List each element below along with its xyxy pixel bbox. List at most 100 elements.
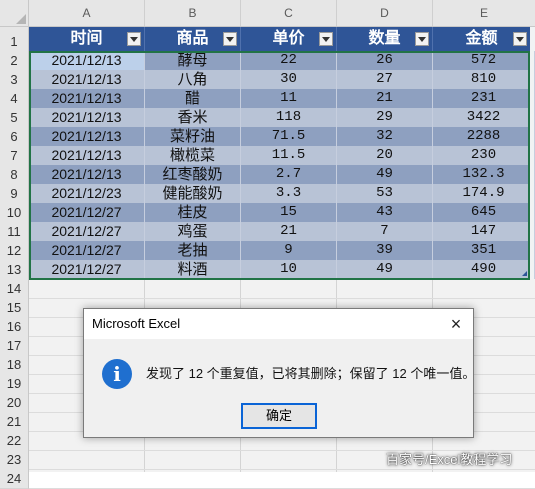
table-cell[interactable]: 21 bbox=[337, 89, 433, 108]
table-cell[interactable]: 2021/12/13 bbox=[29, 165, 145, 184]
table-cell[interactable]: 43 bbox=[337, 203, 433, 222]
column-header-a[interactable]: A bbox=[29, 0, 145, 26]
table-cell[interactable]: 八角 bbox=[145, 70, 241, 89]
table-cell[interactable]: 27 bbox=[337, 70, 433, 89]
table-cell[interactable]: 老抽 bbox=[145, 241, 241, 260]
filter-dropdown-icon[interactable] bbox=[223, 32, 237, 46]
row-number[interactable]: 22 bbox=[0, 431, 29, 451]
filter-dropdown-icon[interactable] bbox=[513, 32, 527, 46]
table-cell[interactable]: 2.7 bbox=[241, 165, 337, 184]
table-cell[interactable]: 菜籽油 bbox=[145, 127, 241, 146]
table-cell[interactable]: 2021/12/13 bbox=[29, 51, 145, 70]
table-cell[interactable]: 22 bbox=[241, 51, 337, 70]
table-cell[interactable]: 3422 bbox=[433, 108, 535, 127]
table-resize-handle-icon[interactable] bbox=[522, 271, 527, 276]
header-cell-amount[interactable]: 金额 bbox=[433, 27, 530, 51]
select-all-corner[interactable] bbox=[0, 0, 29, 26]
row-number[interactable]: 19 bbox=[0, 374, 29, 394]
row-number[interactable]: 5 bbox=[0, 108, 29, 128]
table-cell[interactable]: 230 bbox=[433, 146, 535, 165]
header-cell-product[interactable]: 商品 bbox=[145, 27, 241, 51]
table-cell[interactable]: 香米 bbox=[145, 108, 241, 127]
column-header-b[interactable]: B bbox=[145, 0, 241, 26]
header-cell-time[interactable]: 时间 bbox=[29, 27, 145, 51]
table-cell[interactable]: 2021/12/27 bbox=[29, 260, 145, 279]
table-cell[interactable]: 酵母 bbox=[145, 51, 241, 70]
row-number[interactable]: 17 bbox=[0, 336, 29, 356]
row-number[interactable]: 13 bbox=[0, 260, 29, 280]
filter-dropdown-icon[interactable] bbox=[415, 32, 429, 46]
table-cell[interactable]: 9 bbox=[241, 241, 337, 260]
table-cell[interactable]: 2021/12/13 bbox=[29, 146, 145, 165]
table-cell[interactable]: 490 bbox=[433, 260, 535, 279]
table-cell[interactable]: 2021/12/13 bbox=[29, 70, 145, 89]
table-cell[interactable]: 2021/12/13 bbox=[29, 89, 145, 108]
table-cell[interactable]: 26 bbox=[337, 51, 433, 70]
row-number[interactable]: 15 bbox=[0, 298, 29, 318]
row-number[interactable]: 1 bbox=[0, 27, 29, 52]
table-cell[interactable]: 351 bbox=[433, 241, 535, 260]
table-cell[interactable]: 118 bbox=[241, 108, 337, 127]
row-number[interactable]: 21 bbox=[0, 412, 29, 432]
table-cell[interactable]: 健能酸奶 bbox=[145, 184, 241, 203]
row-number[interactable]: 12 bbox=[0, 241, 29, 261]
row-number[interactable]: 14 bbox=[0, 279, 29, 299]
table-cell[interactable]: 645 bbox=[433, 203, 535, 222]
table-cell[interactable]: 49 bbox=[337, 260, 433, 279]
filter-dropdown-icon[interactable] bbox=[319, 32, 333, 46]
table-cell[interactable]: 3.3 bbox=[241, 184, 337, 203]
row-number[interactable]: 20 bbox=[0, 393, 29, 413]
row-number[interactable]: 11 bbox=[0, 222, 29, 242]
table-cell[interactable]: 桂皮 bbox=[145, 203, 241, 222]
column-header-d[interactable]: D bbox=[337, 0, 433, 26]
column-header-c[interactable]: C bbox=[241, 0, 337, 26]
dialog-titlebar[interactable]: Microsoft Excel × bbox=[84, 309, 473, 339]
table-cell[interactable]: 醋 bbox=[145, 89, 241, 108]
row-number[interactable]: 18 bbox=[0, 355, 29, 375]
table-cell[interactable]: 71.5 bbox=[241, 127, 337, 146]
row-number[interactable]: 8 bbox=[0, 165, 29, 185]
table-cell[interactable]: 29 bbox=[337, 108, 433, 127]
table-cell[interactable]: 2021/12/27 bbox=[29, 241, 145, 260]
row-number[interactable]: 24 bbox=[0, 469, 29, 489]
table-cell[interactable]: 572 bbox=[433, 51, 535, 70]
table-cell[interactable]: 2021/12/23 bbox=[29, 184, 145, 203]
table-cell[interactable]: 7 bbox=[337, 222, 433, 241]
row-number[interactable]: 4 bbox=[0, 89, 29, 109]
row-number[interactable]: 16 bbox=[0, 317, 29, 337]
table-cell[interactable]: 红枣酸奶 bbox=[145, 165, 241, 184]
table-cell[interactable]: 49 bbox=[337, 165, 433, 184]
table-cell[interactable]: 10 bbox=[241, 260, 337, 279]
table-cell[interactable]: 2021/12/13 bbox=[29, 108, 145, 127]
table-cell[interactable]: 174.9 bbox=[433, 184, 535, 203]
row-number[interactable]: 7 bbox=[0, 146, 29, 166]
table-cell[interactable]: 11 bbox=[241, 89, 337, 108]
table-cell[interactable]: 2021/12/27 bbox=[29, 203, 145, 222]
header-cell-price[interactable]: 单价 bbox=[241, 27, 337, 51]
header-cell-quantity[interactable]: 数量 bbox=[337, 27, 433, 51]
table-cell[interactable]: 147 bbox=[433, 222, 535, 241]
table-cell[interactable]: 21 bbox=[241, 222, 337, 241]
table-cell[interactable]: 810 bbox=[433, 70, 535, 89]
table-cell[interactable]: 30 bbox=[241, 70, 337, 89]
table-cell[interactable]: 231 bbox=[433, 89, 535, 108]
row-number[interactable]: 6 bbox=[0, 127, 29, 147]
table-cell[interactable]: 20 bbox=[337, 146, 433, 165]
table-cell[interactable]: 2288 bbox=[433, 127, 535, 146]
row-number[interactable]: 2 bbox=[0, 51, 29, 71]
table-cell[interactable]: 橄榄菜 bbox=[145, 146, 241, 165]
table-cell[interactable]: 15 bbox=[241, 203, 337, 222]
row-number[interactable]: 23 bbox=[0, 450, 29, 470]
row-number[interactable]: 9 bbox=[0, 184, 29, 204]
ok-button[interactable]: 确定 bbox=[241, 403, 317, 429]
table-cell[interactable]: 53 bbox=[337, 184, 433, 203]
table-cell[interactable]: 料酒 bbox=[145, 260, 241, 279]
row-number[interactable]: 3 bbox=[0, 70, 29, 90]
table-cell[interactable]: 11.5 bbox=[241, 146, 337, 165]
table-cell[interactable]: 39 bbox=[337, 241, 433, 260]
table-cell[interactable]: 鸡蛋 bbox=[145, 222, 241, 241]
table-cell[interactable]: 2021/12/13 bbox=[29, 127, 145, 146]
filter-dropdown-icon[interactable] bbox=[127, 32, 141, 46]
row-number[interactable]: 10 bbox=[0, 203, 29, 223]
table-cell[interactable]: 132.3 bbox=[433, 165, 535, 184]
